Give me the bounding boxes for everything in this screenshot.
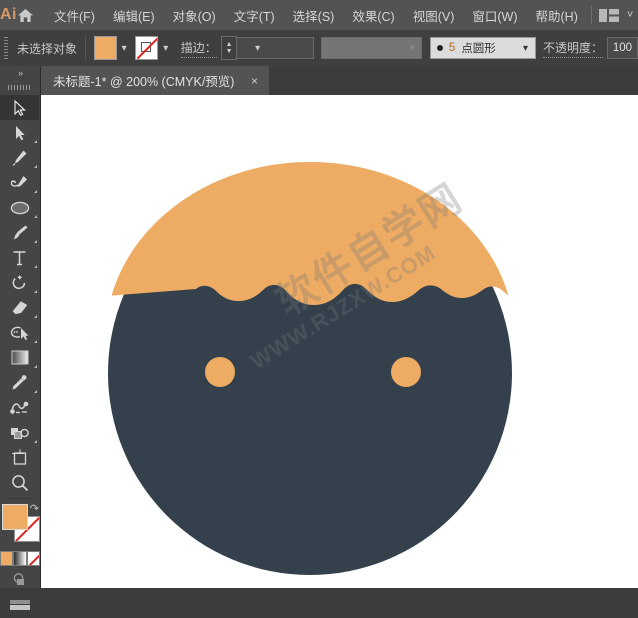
menu-view[interactable]: 视图(V) (404, 0, 464, 30)
direct-selection-tool[interactable] (0, 120, 39, 145)
document-tab-bar: 未标题-1* @ 200% (CMYK/预览) × (0, 66, 638, 96)
hair-shape (112, 162, 509, 305)
tool-flyout-indicator-icon (34, 265, 37, 268)
pen-tool[interactable] (0, 145, 39, 170)
blend-tool[interactable] (0, 395, 39, 420)
tool-flyout-indicator-icon (34, 190, 37, 193)
menubar-divider-2 (591, 6, 592, 24)
tools-divider (6, 498, 34, 499)
menu-object[interactable]: 对象(O) (164, 0, 225, 30)
shape-builder-tool[interactable] (0, 320, 39, 345)
menu-window[interactable]: 窗口(W) (463, 0, 526, 30)
chevron-down-icon[interactable]: ˅ (627, 9, 633, 21)
brush-definition-select[interactable]: 5 点圆形 ▾ (430, 37, 536, 59)
eraser-tool[interactable] (0, 295, 39, 320)
zoom-tool[interactable] (0, 470, 39, 495)
control-bar-grip[interactable] (0, 30, 11, 66)
opacity-label[interactable]: 不透明度： (543, 39, 603, 58)
fill-stroke-control: ↷ (0, 502, 40, 548)
menubar-right-cluster: ˅ (587, 6, 638, 24)
eyedropper-tool[interactable] (0, 370, 39, 395)
curvature-tool[interactable] (0, 170, 39, 195)
opacity-input[interactable]: 100 (607, 37, 638, 59)
illustrator-window: Ai 文件(F) 编辑(E) 对象(O) 文字(T) 选择(S) 效果(C) 视… (0, 0, 638, 588)
tools-panel: » (0, 66, 41, 588)
fill-color-indicator[interactable] (2, 504, 28, 530)
stroke-weight-input[interactable]: ▾ (237, 37, 314, 59)
ellipse-tool[interactable] (0, 195, 39, 220)
menu-bar: Ai 文件(F) 编辑(E) 对象(O) 文字(T) 选择(S) 效果(C) 视… (0, 0, 638, 30)
color-mode-gradient[interactable] (13, 551, 26, 566)
stroke-weight-chevron-icon[interactable]: ▾ (249, 38, 267, 58)
type-tool[interactable] (0, 245, 39, 270)
screen-mode-button[interactable] (0, 592, 40, 618)
tool-flyout-indicator-icon (34, 240, 37, 243)
draw-mode-button[interactable] (0, 566, 40, 592)
paintbrush-tool[interactable] (0, 220, 39, 245)
tool-flyout-indicator-icon (34, 440, 37, 443)
control-bar: 未选择对象 ▾ ▾ 描边： ▲▼ ▾ ▾ 5 点圆形 ▾ (0, 30, 638, 67)
menu-type[interactable]: 文字(T) (225, 0, 284, 30)
swap-fill-stroke-icon[interactable]: ↷ (30, 502, 39, 515)
menu-select[interactable]: 选择(S) (284, 0, 344, 30)
menu-items: 文件(F) 编辑(E) 对象(O) 文字(T) 选择(S) 效果(C) 视图(V… (45, 0, 587, 30)
app-logo-icon: Ai (0, 0, 17, 30)
menu-file[interactable]: 文件(F) (45, 0, 104, 30)
stroke-weight-label[interactable]: 描边： (181, 39, 217, 58)
stroke-swatch-chevron-icon[interactable]: ▾ (158, 37, 173, 59)
color-mode-color[interactable] (0, 551, 13, 566)
tool-flyout-indicator-icon (34, 215, 37, 218)
menu-help[interactable]: 帮助(H) (527, 0, 587, 30)
tools-panel-grip[interactable] (0, 80, 40, 95)
tool-flyout-indicator-icon (34, 390, 37, 393)
stroke-color-swatch[interactable] (135, 36, 158, 60)
control-divider-1 (85, 35, 86, 61)
tool-flyout-indicator-icon (34, 290, 37, 293)
color-mode-buttons (0, 551, 40, 566)
fill-swatch-chevron-icon[interactable]: ▾ (117, 37, 132, 59)
stroke-weight-stepper[interactable]: ▲▼ (221, 36, 236, 60)
fill-color-swatch[interactable] (94, 36, 117, 60)
menu-edit[interactable]: 编辑(E) (104, 0, 164, 30)
brush-preview-dot-icon (437, 45, 443, 51)
tool-flyout-indicator-icon (34, 365, 37, 368)
close-icon[interactable]: × (248, 75, 260, 87)
arrange-documents-icon[interactable] (599, 9, 619, 22)
artboard-tool[interactable] (0, 445, 39, 470)
brush-chevron-icon[interactable]: ▾ (517, 38, 535, 58)
gradient-tool[interactable] (0, 345, 39, 370)
color-mode-none[interactable] (27, 551, 40, 566)
rotate-tool[interactable] (0, 270, 39, 295)
stroke-profile-chevron-icon[interactable]: ▾ (403, 38, 421, 58)
home-icon[interactable] (17, 0, 34, 30)
document-canvas[interactable]: 软件自学网 WWW.RJZXW.COM (41, 95, 638, 588)
tool-flyout-indicator-icon (34, 140, 37, 143)
symbol-sprayer-tool[interactable] (0, 420, 39, 445)
tool-flyout-indicator-icon (34, 340, 37, 343)
face-illustration (41, 95, 638, 588)
tool-flyout-indicator-icon (34, 315, 37, 318)
collapse-panel-icon[interactable]: » (0, 66, 40, 80)
eye-right (391, 357, 421, 387)
menu-effect[interactable]: 效果(C) (343, 0, 403, 30)
document-tab[interactable]: 未标题-1* @ 200% (CMYK/预览) × (40, 66, 269, 95)
tool-flyout-indicator-icon (34, 165, 37, 168)
document-tab-title: 未标题-1* @ 200% (CMYK/预览) (53, 71, 234, 90)
selection-tool[interactable] (0, 95, 39, 120)
eye-left (205, 357, 235, 387)
brush-name-value: 点圆形 (461, 40, 496, 56)
stroke-profile-select[interactable]: ▾ (321, 37, 423, 59)
selection-status-label: 未选择对象 (17, 40, 77, 57)
brush-size-value: 5 (449, 42, 455, 54)
brush-definition-value: 5 点圆形 (431, 40, 502, 56)
